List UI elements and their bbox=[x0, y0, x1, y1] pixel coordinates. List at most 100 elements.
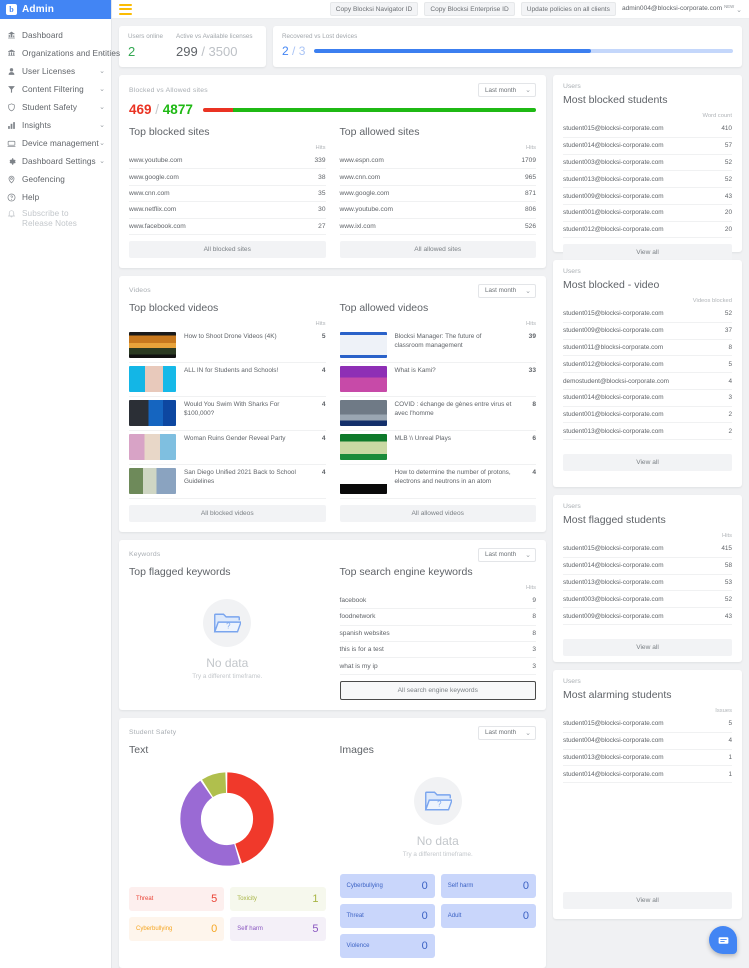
table-row[interactable]: student001@blocksi-corporate.com 20 bbox=[563, 204, 732, 222]
table-row[interactable]: spanish websites 8 bbox=[339, 625, 536, 643]
row-label: foodnetwork bbox=[339, 608, 523, 626]
copy-navigator-id-button[interactable]: Copy Blocksi Navigator ID bbox=[329, 2, 419, 16]
table-row[interactable]: student014@blocksi-corporate.com 57 bbox=[563, 137, 732, 155]
all-allowed-videos-button[interactable]: All allowed videos bbox=[339, 504, 536, 522]
view-all-flagged-students-button[interactable]: View all bbox=[563, 638, 732, 656]
table-row[interactable]: www.netflix.com 30 bbox=[129, 201, 326, 219]
table-row[interactable]: www.espn.com 1709 bbox=[339, 153, 536, 170]
table-row[interactable]: student011@blocksi-corporate.com 8 bbox=[563, 339, 732, 357]
safety-chip-threat[interactable]: Threat 5 bbox=[129, 886, 225, 911]
table-row[interactable]: www.ixl.com 526 bbox=[339, 218, 536, 235]
sidebar-item-geofencing[interactable]: Geofencing bbox=[0, 170, 111, 188]
table-row[interactable]: student015@blocksi-corporate.com 5 bbox=[563, 716, 732, 733]
sidebar-item-content-filtering[interactable]: Content Filtering ⌄ bbox=[0, 80, 111, 98]
devices-progress-bar bbox=[314, 48, 733, 54]
table-row[interactable]: student015@blocksi-corporate.com 410 bbox=[563, 121, 732, 138]
table-row[interactable]: foodnetwork 8 bbox=[339, 608, 536, 626]
table-row[interactable]: student014@blocksi-corporate.com 58 bbox=[563, 557, 732, 575]
image-chip-self-harm[interactable]: Self harm 0 bbox=[440, 873, 536, 898]
image-chip-cyberbullying[interactable]: Cyberbullying 0 bbox=[339, 873, 435, 898]
video-row[interactable]: How to determine the number of protons, … bbox=[339, 465, 536, 499]
sidebar-item-student-safety[interactable]: Student Safety ⌄ bbox=[0, 98, 111, 116]
users-kicker: Users bbox=[563, 678, 581, 685]
video-row[interactable]: Woman Ruins Gender Reveal Party 4 bbox=[129, 431, 326, 465]
account-menu[interactable]: admin004@blocksi-corporate.com NEW ⌄ bbox=[622, 4, 742, 14]
chip-label: Threat bbox=[346, 912, 364, 919]
table-row[interactable]: student013@blocksi-corporate.com 1 bbox=[563, 749, 732, 767]
video-row[interactable]: San Diego Unified 2021 Back to School Gu… bbox=[129, 465, 326, 499]
all-allowed-sites-button[interactable]: All allowed sites bbox=[339, 240, 536, 258]
video-row[interactable]: Blocksi Manager: The future of classroom… bbox=[339, 329, 536, 363]
table-row[interactable]: student012@blocksi-corporate.com 5 bbox=[563, 355, 732, 374]
safety-chip-cyberbullying[interactable]: Cyberbullying 0 bbox=[129, 916, 225, 941]
table-row[interactable]: what is my ip 3 bbox=[339, 657, 536, 675]
table-row[interactable]: student004@blocksi-corporate.com 4 bbox=[563, 732, 732, 750]
sidebar-item-organizations-and-entities[interactable]: Organizations and Entities ⌄ bbox=[0, 44, 120, 62]
safety-chip-self-harm[interactable]: Self harm 5 bbox=[230, 916, 326, 941]
student-safety-card: Student Safety Last month ⌄ Text Threat … bbox=[119, 717, 546, 968]
video-row[interactable]: ALL IN for Students and Schools! 4 bbox=[129, 363, 326, 397]
view-all-blocked-students-button[interactable]: View all bbox=[563, 244, 732, 262]
table-row[interactable]: www.cnn.com 965 bbox=[339, 168, 536, 186]
hamburger-icon[interactable] bbox=[119, 3, 132, 15]
all-blocked-videos-button[interactable]: All blocked videos bbox=[129, 504, 326, 522]
row-value: 43 bbox=[715, 607, 732, 625]
sidebar-item-help[interactable]: Help bbox=[0, 188, 111, 206]
sidebar-item-insights[interactable]: Insights ⌄ bbox=[0, 116, 111, 134]
safety-text-panel: Text Threat 5 Toxicity 1 Cyberbullying 0 Self … bbox=[129, 744, 326, 958]
sites-timeframe-select[interactable]: Last month ⌄ bbox=[477, 83, 536, 97]
video-hits: 4 bbox=[532, 469, 536, 477]
image-chip-threat[interactable]: Threat 0 bbox=[339, 903, 435, 928]
table-row[interactable]: www.cnn.com 35 bbox=[129, 185, 326, 203]
table-row[interactable]: student015@blocksi-corporate.com 52 bbox=[563, 306, 732, 323]
table-row[interactable]: student009@blocksi-corporate.com 43 bbox=[563, 187, 732, 205]
keywords-timeframe-select[interactable]: Last month ⌄ bbox=[477, 547, 536, 562]
table-row[interactable]: www.youtube.com 806 bbox=[339, 201, 536, 219]
view-all-alarming-students-button[interactable]: View all bbox=[563, 892, 732, 909]
table-row[interactable]: student001@blocksi-corporate.com 2 bbox=[563, 406, 732, 424]
row-label: student012@blocksi-corporate.com bbox=[563, 355, 722, 374]
table-row[interactable]: student009@blocksi-corporate.com 37 bbox=[563, 322, 732, 340]
sidebar-item-device-management[interactable]: Device management ⌄ bbox=[0, 134, 111, 152]
sidebar-item-subscribe-release-notes[interactable]: Subscribe to Release Notes bbox=[0, 206, 111, 232]
video-row[interactable]: What is Kami? 33 bbox=[339, 363, 536, 397]
table-row[interactable]: www.google.com 871 bbox=[339, 185, 536, 203]
table-row[interactable]: www.youtube.com 339 bbox=[129, 153, 326, 170]
video-row[interactable]: MLB \\ Unreal Plays 6 bbox=[339, 431, 536, 465]
row-label: www.espn.com bbox=[339, 153, 494, 170]
view-all-blocked-video-button[interactable]: View all bbox=[563, 454, 732, 472]
safety-chip-toxicity[interactable]: Toxicity 1 bbox=[230, 886, 326, 911]
brand[interactable]: b Admin bbox=[0, 0, 111, 19]
update-policies-button[interactable]: Update policies on all clients bbox=[520, 2, 616, 16]
table-row[interactable]: student003@blocksi-corporate.com 52 bbox=[563, 590, 732, 609]
video-row[interactable]: COVID : échange de gènes entre virus et … bbox=[339, 397, 536, 431]
table-row[interactable]: student015@blocksi-corporate.com 415 bbox=[563, 541, 732, 558]
table-row[interactable]: student009@blocksi-corporate.com 43 bbox=[563, 607, 732, 625]
table-row[interactable]: facebook 9 bbox=[339, 592, 536, 610]
table-row[interactable]: student013@blocksi-corporate.com 2 bbox=[563, 422, 732, 441]
image-chip-violence[interactable]: Violence 0 bbox=[339, 933, 435, 958]
sidebar-item-dashboard[interactable]: Dashboard bbox=[0, 26, 111, 44]
table-row[interactable]: student012@blocksi-corporate.com 20 bbox=[563, 221, 732, 239]
copy-enterprise-id-button[interactable]: Copy Blocksi Enterprise ID bbox=[424, 2, 515, 16]
chat-icon[interactable] bbox=[709, 926, 737, 954]
safety-timeframe-select[interactable]: Last month ⌄ bbox=[477, 725, 536, 740]
table-row[interactable]: www.facebook.com 27 bbox=[129, 218, 326, 235]
table-row[interactable]: student003@blocksi-corporate.com 52 bbox=[563, 154, 732, 172]
sidebar-item-dashboard-settings[interactable]: Dashboard Settings ⌄ bbox=[0, 152, 111, 170]
table-row[interactable]: student014@blocksi-corporate.com 3 bbox=[563, 389, 732, 407]
sidebar-item-user-licenses[interactable]: User Licenses ⌄ bbox=[0, 62, 111, 80]
all-search-engine-keywords-button[interactable]: All search engine keywords bbox=[339, 680, 536, 700]
table-row[interactable]: demostudent@blocksi-corporate.com 4 bbox=[563, 372, 732, 390]
table-row[interactable]: student014@blocksi-corporate.com 1 bbox=[563, 765, 732, 784]
table-row[interactable]: this is for a test 3 bbox=[339, 641, 536, 659]
videos-timeframe-select[interactable]: Last month ⌄ bbox=[477, 283, 536, 298]
table-row[interactable]: student013@blocksi-corporate.com 53 bbox=[563, 574, 732, 592]
table-row[interactable]: www.google.com 38 bbox=[129, 168, 326, 186]
video-row[interactable]: Would You Swim With Sharks For $100,000?… bbox=[129, 397, 326, 431]
all-blocked-sites-button[interactable]: All blocked sites bbox=[129, 240, 326, 258]
table-row[interactable]: student013@blocksi-corporate.com 52 bbox=[563, 170, 732, 189]
blocked-count: 469 bbox=[129, 102, 152, 117]
video-row[interactable]: How to Shoot Drone Videos (4K) 5 bbox=[129, 329, 326, 363]
image-chip-adult[interactable]: Adult 0 bbox=[440, 903, 536, 928]
